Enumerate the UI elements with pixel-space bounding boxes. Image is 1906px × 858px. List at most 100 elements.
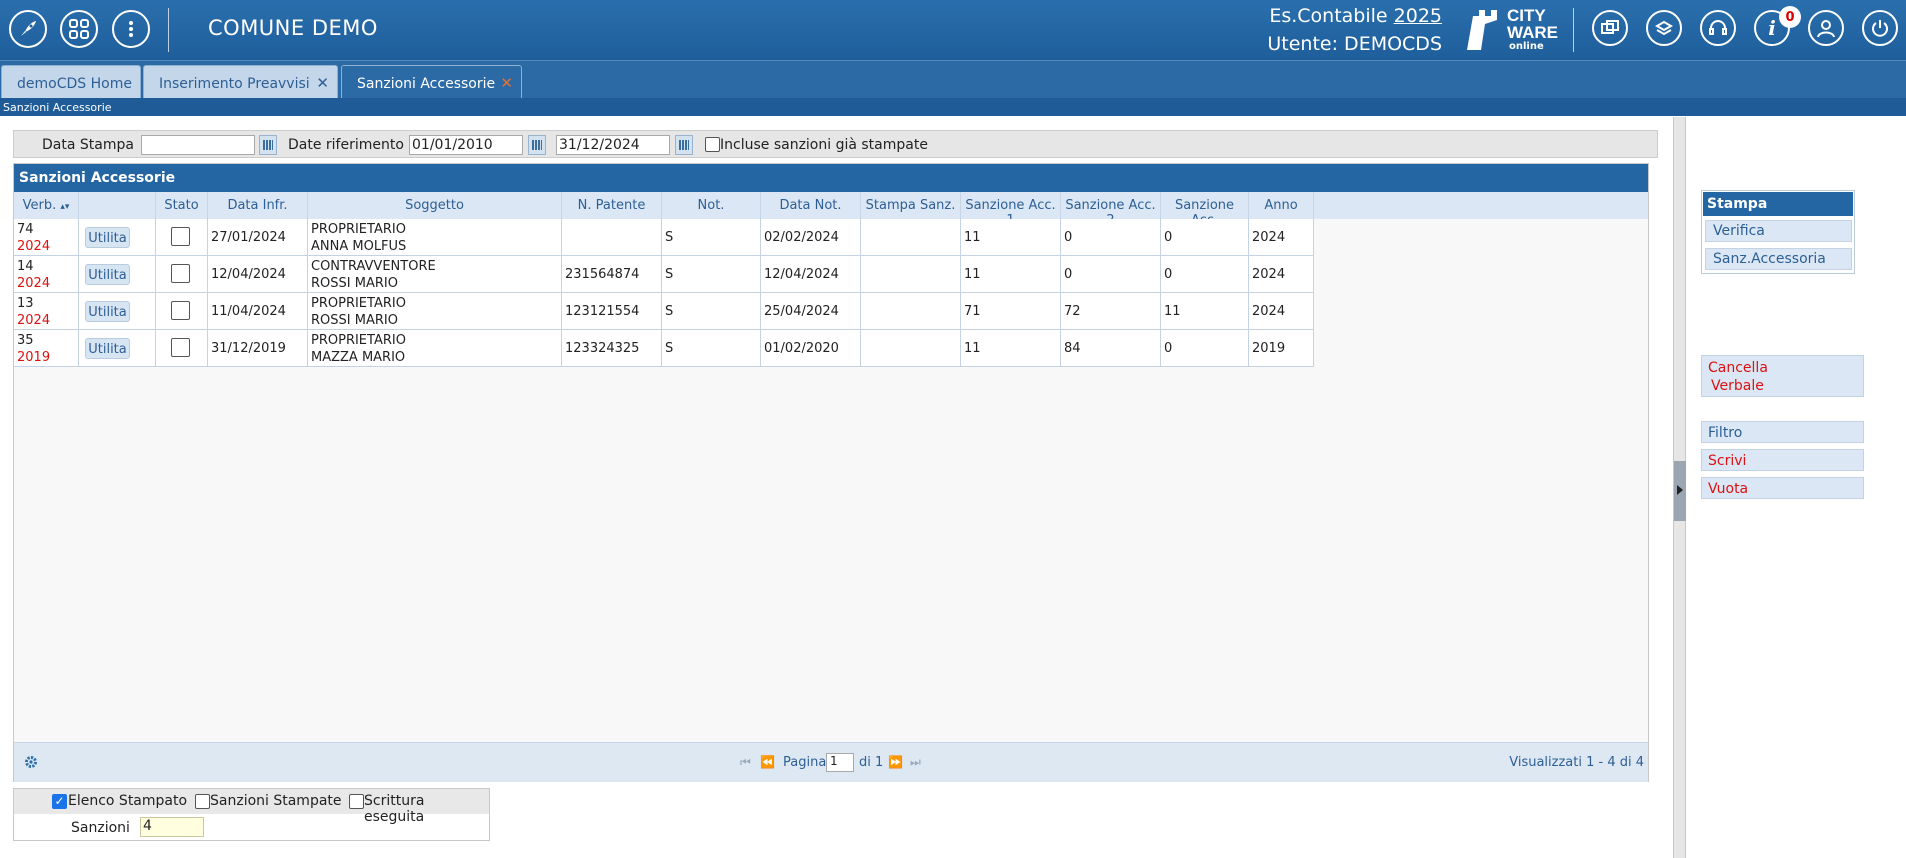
cancella-verbale-button[interactable]: Cancella Verbale	[1701, 355, 1864, 397]
table-row[interactable]: 74 2024 Utilita 27/01/2024 PROPRIETARIO AN…	[14, 219, 1314, 256]
scrittura-eseguita-label: Scrittura eseguita	[364, 793, 425, 825]
col-verb[interactable]: Verb. ▴▾	[14, 192, 79, 219]
date-to-input[interactable]: 31/12/2024	[556, 135, 670, 155]
cell-acc3: 0	[1161, 330, 1249, 367]
panel-splitter[interactable]	[1673, 117, 1686, 858]
first-page-icon[interactable]: ⏮	[740, 755, 751, 770]
power-icon[interactable]	[1862, 10, 1898, 46]
header-divider-2	[1573, 8, 1574, 52]
close-icon[interactable]: ✕	[500, 74, 513, 92]
col-soggetto[interactable]: Soggetto	[308, 192, 562, 219]
windows-icon[interactable]	[1592, 10, 1628, 46]
sanzioni-stampate-checkbox[interactable]	[195, 794, 210, 809]
col-patente[interactable]: N. Patente	[562, 192, 662, 219]
apps-grid-icon[interactable]	[60, 10, 98, 48]
date-from-input[interactable]: 01/01/2010	[409, 135, 523, 155]
cell-data-infr: 11/04/2024	[208, 293, 308, 330]
app-title: COMUNE DEMO	[208, 16, 378, 40]
user-icon[interactable]	[1808, 10, 1844, 46]
scrivi-button[interactable]: Scrivi	[1701, 449, 1864, 471]
page-input[interactable]: 1	[826, 753, 854, 772]
stato-checkbox[interactable]	[171, 301, 190, 320]
es-year-link[interactable]: 2025	[1394, 5, 1442, 27]
utilita-button[interactable]: Utilita	[85, 301, 130, 322]
prev-page-icon[interactable]: ⏪	[760, 755, 775, 769]
col-not[interactable]: Not.	[662, 192, 761, 219]
col-data-infr[interactable]: Data Infr.	[208, 192, 308, 219]
tab-label: Sanzioni Accessorie	[357, 76, 496, 92]
col-sanz-acc-1[interactable]: Sanzione Acc. 1	[961, 192, 1061, 228]
cell-not: S	[662, 256, 761, 293]
vuota-button[interactable]: Vuota	[1701, 477, 1864, 499]
gear-icon[interactable]	[24, 755, 38, 773]
calendar-icon[interactable]	[259, 135, 277, 155]
stato-checkbox[interactable]	[171, 264, 190, 283]
logo-city: CITY	[1507, 6, 1546, 25]
tab-strip: demoCDS Home Inserimento Preavvisi ✕ San…	[0, 60, 1906, 99]
table-row[interactable]: 13 2024 Utilita 11/04/2024 PROPRIETARIO RO…	[14, 293, 1314, 330]
cell-data-infr: 31/12/2019	[208, 330, 308, 367]
scrittura-eseguita-checkbox[interactable]	[349, 794, 364, 809]
cell-patente: 123324325	[562, 330, 662, 367]
stampa-menu: Stampa Verifica Sanz.Accessoria	[1701, 190, 1855, 274]
cell-data-not: 01/02/2020	[761, 330, 861, 367]
pager: ⏮ ⏪ Pagina 1 di 1 ⏩ ⏭ Visualizzati 1 - 4…	[14, 742, 1648, 782]
collapse-handle-icon[interactable]	[1674, 461, 1686, 521]
col-sanz-acc-3[interactable]: Sanzione Acc.	[1161, 192, 1249, 228]
calendar-icon[interactable]	[675, 135, 693, 155]
cell-not: S	[662, 219, 761, 256]
tab-democds-home[interactable]: demoCDS Home	[1, 65, 141, 99]
stato-checkbox[interactable]	[171, 227, 190, 246]
pagina-label: Pagina	[783, 755, 827, 770]
table-row[interactable]: 14 2024 Utilita 12/04/2024 CONTRAVVENTORE…	[14, 256, 1314, 293]
last-page-icon[interactable]: ⏭	[910, 755, 921, 770]
records-summary: Visualizzati 1 - 4 di 4	[1509, 755, 1644, 770]
verbale-label: Verbale	[1711, 378, 1764, 394]
header-divider	[168, 8, 169, 52]
next-page-icon[interactable]: ⏩	[888, 755, 903, 769]
col-data-not[interactable]: Data Not.	[761, 192, 861, 219]
incluse-label: Incluse sanzioni già stampate	[720, 137, 928, 153]
more-vertical-icon[interactable]	[112, 10, 150, 48]
rocket-icon[interactable]	[9, 10, 47, 48]
soggetto-role: PROPRIETARIO	[311, 333, 406, 348]
cell-not: S	[662, 330, 761, 367]
sanz-accessoria-button[interactable]: Sanz.Accessoria	[1705, 248, 1852, 270]
filtro-button[interactable]: Filtro	[1701, 421, 1864, 443]
calendar-icon[interactable]	[528, 135, 546, 155]
stato-checkbox[interactable]	[171, 338, 190, 357]
sanzioni-count-field[interactable]: 4	[140, 817, 204, 837]
verb-number: 14	[17, 259, 34, 274]
data-stampa-input[interactable]	[141, 135, 255, 155]
col-anno[interactable]: Anno	[1249, 192, 1314, 219]
cell-anno: 2024	[1249, 293, 1314, 330]
col-stampa-sanz[interactable]: Stampa Sanz.	[861, 192, 961, 219]
utilita-button[interactable]: Utilita	[85, 338, 130, 359]
col-sanz-acc-2[interactable]: Sanzione Acc. 2	[1061, 192, 1161, 228]
sanzioni-label: Sanzioni	[71, 820, 130, 836]
stampa-menu-title[interactable]: Stampa	[1703, 192, 1853, 216]
es-label: Es.Contabile	[1269, 5, 1388, 27]
tab-sanzioni-accessorie[interactable]: Sanzioni Accessorie ✕	[341, 65, 522, 99]
headset-icon[interactable]	[1700, 10, 1736, 46]
elenco-stampato-checkbox[interactable]: ✓	[52, 794, 67, 809]
layers-icon[interactable]	[1646, 10, 1682, 46]
col-stato[interactable]: Stato	[156, 192, 208, 219]
cell-acc3: 0	[1161, 219, 1249, 256]
status-box: ✓ Elenco Stampato Sanzioni Stampate Scri…	[13, 788, 490, 841]
tab-inserimento-preavvisi[interactable]: Inserimento Preavvisi ✕	[143, 65, 338, 99]
utilita-button[interactable]: Utilita	[85, 227, 130, 248]
incluse-checkbox[interactable]	[705, 137, 720, 152]
cell-acc1: 71	[961, 293, 1061, 330]
utilita-button[interactable]: Utilita	[85, 264, 130, 285]
breadcrumb: Sanzioni Accessorie	[0, 98, 1906, 116]
cell-acc1: 11	[961, 330, 1061, 367]
table-row[interactable]: 35 2019 Utilita 31/12/2019 PROPRIETARIO MA…	[14, 330, 1314, 367]
close-icon[interactable]: ✕	[316, 74, 329, 92]
logo-online: online	[1509, 41, 1544, 52]
soggetto-name: MAZZA MARIO	[311, 350, 406, 365]
verb-year: 2024	[17, 239, 51, 254]
user-line: Utente: DEMOCDS	[1267, 33, 1442, 55]
verifica-button[interactable]: Verifica	[1705, 220, 1852, 242]
soggetto-name: ROSSI MARIO	[311, 276, 398, 291]
